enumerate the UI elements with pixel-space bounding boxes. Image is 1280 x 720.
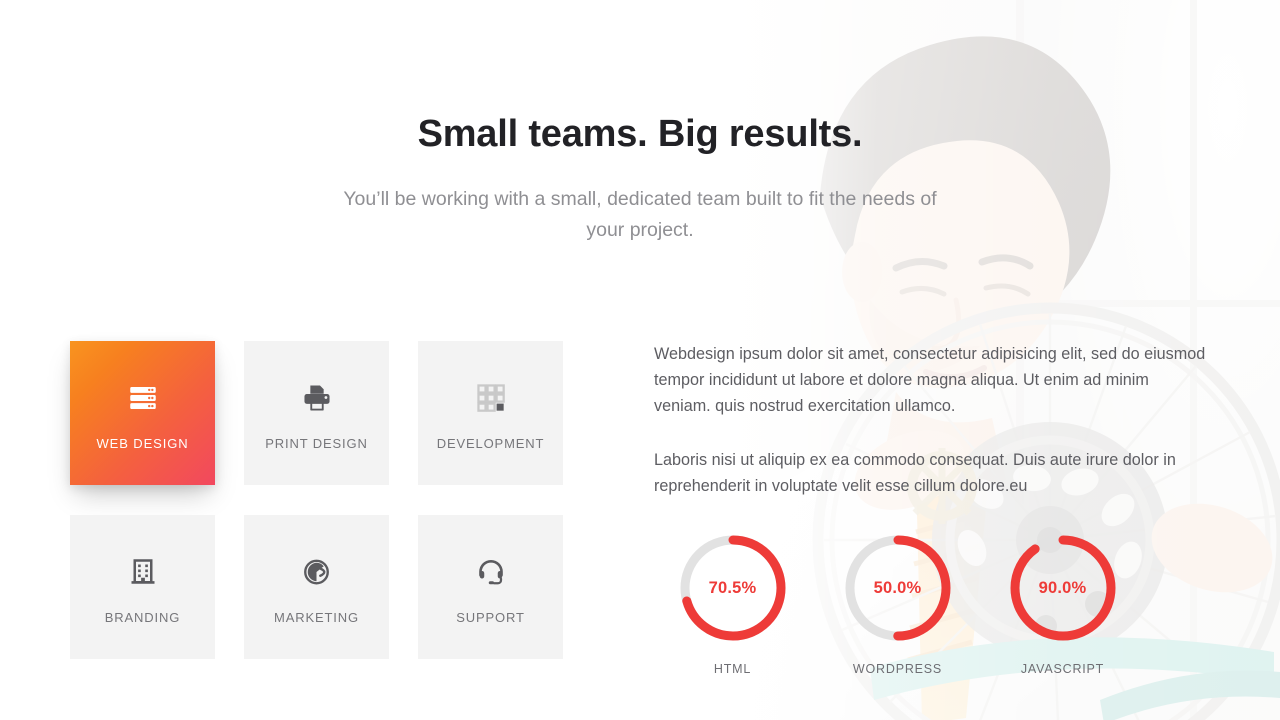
hero-section: Small teams. Big results. You’ll be work… xyxy=(0,0,1280,247)
skill-gauge-html: 70.5% HTML xyxy=(650,530,815,676)
grid-icon xyxy=(475,376,507,420)
description-column: Webdesign ipsum dolor sit amet, consecte… xyxy=(654,341,1210,499)
printer-icon xyxy=(301,376,333,420)
building-icon xyxy=(128,550,158,594)
gauge-label: JAVASCRIPT xyxy=(1020,662,1105,676)
page-title: Small teams. Big results. xyxy=(417,113,863,155)
skill-gauge-wordpress: 50.0% WORDPRESS xyxy=(815,530,980,676)
description-paragraph-1: Webdesign ipsum dolor sit amet, consecte… xyxy=(654,345,1206,416)
service-tile-grid: WEB DESIGN PRINT DESIGN DEVELOPMENT BRAN… xyxy=(70,341,575,659)
service-tile-print-design[interactable]: PRINT DESIGN xyxy=(244,341,389,485)
gauge-label: HTML xyxy=(713,662,752,676)
service-tile-marketing[interactable]: MARKETING xyxy=(244,515,389,659)
service-tile-label: WEB DESIGN xyxy=(96,435,189,451)
service-tile-label: SUPPORT xyxy=(456,609,525,625)
donut-ring: 50.0% xyxy=(840,530,956,646)
service-tile-web-design[interactable]: WEB DESIGN xyxy=(70,341,215,485)
service-tile-label: MARKETING xyxy=(274,609,359,625)
donut-ring: 70.5% xyxy=(675,530,791,646)
service-tile-development[interactable]: DEVELOPMENT xyxy=(418,341,563,485)
gauge-value: 70.5% xyxy=(708,578,757,597)
pie-chart-icon xyxy=(302,550,332,594)
description-paragraph-2: Laboris nisi ut aliquip ex ea commodo co… xyxy=(654,450,1176,495)
service-tile-label: BRANDING xyxy=(104,609,181,625)
service-tile-branding[interactable]: BRANDING xyxy=(70,515,215,659)
page-subtitle: You’ll be working with a small, dedicate… xyxy=(343,187,937,242)
service-tile-label: PRINT DESIGN xyxy=(265,435,368,451)
gauge-value: 50.0% xyxy=(873,578,922,597)
server-icon xyxy=(126,376,160,420)
donut-ring: 90.0% xyxy=(1005,530,1121,646)
skill-gauge-javascript: 90.0% JAVASCRIPT xyxy=(980,530,1145,676)
gauge-label: WORDPRESS xyxy=(852,662,943,676)
gauge-value: 90.0% xyxy=(1038,578,1087,597)
service-tile-support[interactable]: SUPPORT xyxy=(418,515,563,659)
headset-icon xyxy=(476,550,506,594)
service-tile-label: DEVELOPMENT xyxy=(436,435,545,451)
skill-gauges: 70.5% HTML 50.0% WORDPRESS 90.0% JAVASCR… xyxy=(650,530,1210,676)
